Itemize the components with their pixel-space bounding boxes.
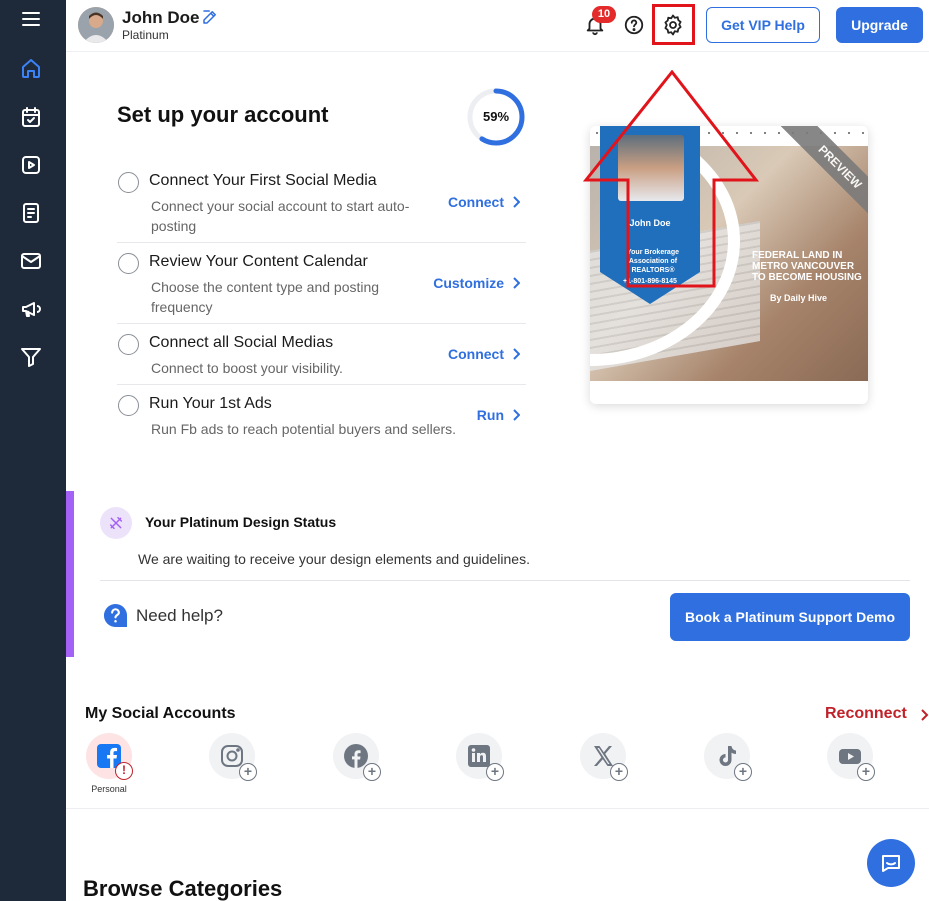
edit-icon[interactable]	[201, 8, 219, 26]
agent-phone: +1-801-896-8145	[623, 278, 677, 285]
video-icon[interactable]	[17, 151, 45, 179]
progress-percent: 59%	[482, 109, 510, 124]
chevron-right-icon	[513, 409, 520, 421]
browse-categories-title: Browse Categories	[83, 876, 283, 901]
agent-name: John Doe	[629, 218, 671, 228]
plus-icon: +	[857, 763, 875, 781]
divider	[66, 808, 929, 809]
task-description: Run Fb ads to reach potential buyers and…	[151, 421, 457, 437]
chevron-right-icon	[513, 348, 520, 360]
task-description: Choose the content type and posting freq…	[151, 279, 380, 315]
user-name: John Doe	[122, 8, 200, 27]
user-plan: Platinum	[122, 28, 169, 42]
connect-button[interactable]: Connect	[448, 194, 520, 210]
design-status-badge	[100, 507, 132, 539]
connect-all-button[interactable]: Connect	[448, 346, 520, 362]
help-icon[interactable]	[623, 14, 645, 36]
status-accent-bar	[66, 491, 74, 657]
vip-help-button[interactable]: Get VIP Help	[706, 7, 820, 43]
plus-icon: +	[239, 763, 257, 781]
run-button[interactable]: Run	[477, 407, 520, 423]
funnel-icon[interactable]	[17, 343, 45, 371]
chevron-right-icon	[513, 196, 520, 208]
task-description: Connect your social account to start aut…	[151, 198, 410, 234]
document-icon[interactable]	[17, 199, 45, 227]
megaphone-icon[interactable]	[17, 295, 45, 323]
sidebar	[0, 0, 66, 901]
task-title: Connect Your First Social Media	[149, 172, 377, 189]
task-action-label: Run	[476, 407, 504, 423]
chevron-right-icon	[513, 277, 520, 289]
notification-badge: 10	[592, 6, 616, 23]
task-action-label: Customize	[433, 275, 504, 291]
account-type-label: Personal	[91, 784, 127, 794]
task-description: Connect to boost your visibility.	[151, 360, 343, 376]
divider	[100, 580, 910, 581]
reconnect-link[interactable]: Reconnect	[825, 705, 907, 723]
customize-button[interactable]: Customize	[433, 275, 520, 291]
task-title: Review Your Content Calendar	[149, 253, 368, 270]
plus-icon: +	[610, 763, 628, 781]
gear-highlight-box	[652, 4, 695, 45]
top-header: John Doe Platinum 10 Get VIP Help Upgrad…	[66, 0, 929, 52]
social-accounts-title: My Social Accounts	[85, 705, 236, 722]
plus-icon: +	[486, 763, 504, 781]
agent-photo	[618, 135, 684, 201]
task-action-label: Connect	[448, 346, 504, 362]
post-preview-card[interactable]: John Doe Your Brokerage Association of R…	[590, 126, 868, 404]
chat-launcher-button[interactable]	[867, 839, 915, 887]
task-title: Run Your 1st Ads	[149, 395, 272, 412]
preview-byline: By Daily Hive	[770, 293, 828, 303]
task-item[interactable]: Connect all Social Medias Connect to boo…	[117, 324, 526, 385]
plus-icon: +	[734, 763, 752, 781]
plus-icon: +	[363, 763, 381, 781]
task-item[interactable]: Review Your Content Calendar Choose the …	[117, 243, 526, 324]
task-radio[interactable]	[118, 334, 139, 355]
warning-icon: !	[115, 762, 133, 780]
setup-title: Set up your account	[117, 102, 329, 127]
design-status-description: We are waiting to receive your design el…	[138, 551, 530, 567]
upgrade-button[interactable]: Upgrade	[836, 7, 923, 43]
task-radio[interactable]	[118, 172, 139, 193]
book-demo-button[interactable]: Book a Platinum Support Demo	[670, 593, 910, 641]
preview-headline: FEDERAL LAND IN METRO VANCOUVER TO BECOM…	[752, 250, 862, 283]
mail-icon[interactable]	[17, 247, 45, 275]
task-title: Connect all Social Medias	[149, 334, 334, 351]
task-item[interactable]: Connect Your First Social Media Connect …	[117, 162, 526, 243]
chevron-right-icon	[921, 709, 929, 721]
task-radio[interactable]	[118, 253, 139, 274]
tools-icon	[109, 516, 123, 530]
question-bubble-icon	[103, 603, 128, 628]
design-status-title: Your Platinum Design Status	[145, 514, 337, 530]
menu-icon[interactable]	[17, 5, 45, 33]
home-icon[interactable]	[17, 54, 45, 82]
brokerage-name: Your Brokerage Association of REALTORS®	[627, 249, 679, 274]
avatar[interactable]	[78, 7, 114, 43]
task-action-label: Connect	[448, 194, 504, 210]
calendar-icon[interactable]	[17, 103, 45, 131]
chat-icon	[882, 855, 900, 872]
need-help-label: Need help?	[136, 606, 223, 625]
task-radio[interactable]	[118, 395, 139, 416]
task-item[interactable]: Run Your 1st Ads Run Fb ads to reach pot…	[117, 385, 526, 446]
